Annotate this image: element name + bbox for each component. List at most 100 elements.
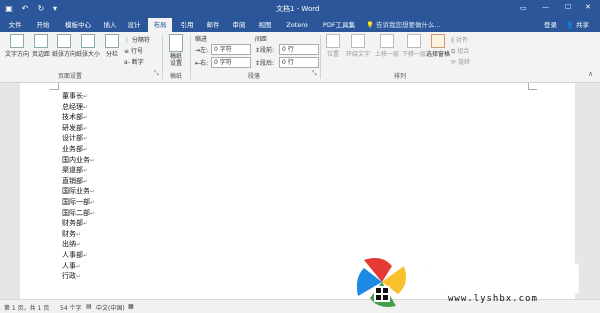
- paragraph-mark-icon: ↵: [90, 156, 96, 164]
- paragraph-mark-icon: ↵: [76, 241, 82, 249]
- collapse-ribbon-icon[interactable]: ∧: [588, 70, 593, 78]
- tab-templates[interactable]: 模板中心: [58, 18, 98, 32]
- space-before-input[interactable]: 0 行: [279, 44, 319, 55]
- wrap-text-icon: [351, 34, 365, 48]
- separator: [190, 35, 191, 79]
- tab-design[interactable]: 设计: [124, 18, 144, 32]
- draft-settings-button[interactable]: 稿纸设置: [166, 34, 186, 67]
- align-button[interactable]: ⫼ 对齐: [451, 35, 468, 45]
- space-after-input[interactable]: 0 行: [279, 57, 319, 68]
- save-icon[interactable]: ▣: [4, 3, 14, 13]
- paragraph-line[interactable]: 国际二部↵: [62, 208, 95, 218]
- page-count[interactable]: 第 1 页，共 1 页: [4, 303, 49, 312]
- paragraph-line[interactable]: 财务↵: [62, 229, 81, 239]
- paragraph-line[interactable]: 财务部↵: [62, 218, 88, 228]
- margins-icon: [34, 34, 48, 48]
- hyphenation-button[interactable]: a- 断字: [124, 57, 144, 66]
- paragraph-line[interactable]: 人事↵: [62, 261, 81, 271]
- selection-pane-button[interactable]: 选择窗格: [426, 34, 450, 58]
- tab-home[interactable]: 开始: [30, 18, 56, 32]
- paragraph-text: 技术部: [62, 113, 83, 122]
- separator: [162, 35, 163, 79]
- line-numbers-button[interactable]: ≡ 行号: [124, 46, 143, 55]
- page-setup-launcher-icon[interactable]: ⤡: [154, 70, 159, 78]
- customize-quick-access-icon[interactable]: ▾: [50, 3, 60, 13]
- indent-right-input[interactable]: 0 字符: [211, 57, 251, 68]
- login-link[interactable]: 登录: [544, 18, 557, 32]
- tab-insert[interactable]: 插入: [100, 18, 120, 32]
- paragraph-line[interactable]: 人事部↵: [62, 250, 88, 260]
- send-backward-button[interactable]: 下移一层: [402, 34, 426, 58]
- paragraph-mark-icon: ↵: [83, 146, 89, 153]
- paragraph-text: 国际二部: [62, 208, 90, 217]
- tab-view[interactable]: 视图: [254, 18, 276, 32]
- paragraph-line[interactable]: 渠道部↵: [62, 165, 88, 175]
- close-icon[interactable]: ✕: [585, 3, 591, 11]
- paragraph-line[interactable]: 设计部↵: [62, 133, 88, 143]
- title-bar: ▣ ↶ ↻ ▾ 文档1 - Word ▭ — ☐ ✕: [0, 0, 600, 18]
- paragraph-line[interactable]: 国际业务↵: [62, 186, 95, 196]
- wrap-text-button[interactable]: 环绕文字: [344, 34, 372, 58]
- language-status[interactable]: 中文(中国): [96, 303, 125, 312]
- paragraph-line[interactable]: 业务部↵: [62, 144, 88, 154]
- send-backward-icon: [407, 34, 421, 48]
- group-button[interactable]: ⧉ 组合: [451, 46, 469, 56]
- hyphenation-icon: a-: [124, 59, 130, 66]
- columns-button[interactable]: 分栏: [102, 34, 122, 58]
- paragraph-text: 人事: [62, 261, 76, 270]
- watermark-logo: 八星手游网 www.lyshbx.com: [352, 252, 600, 312]
- bring-forward-button[interactable]: 上移一层: [374, 34, 400, 58]
- position-button[interactable]: 位置: [324, 34, 342, 58]
- paragraph-mark-icon: ↵: [83, 124, 89, 132]
- redo-icon[interactable]: ↻: [36, 3, 46, 13]
- tab-layout[interactable]: 布局: [148, 18, 172, 32]
- selection-pane-icon: [431, 34, 445, 48]
- proofing-icon[interactable]: ▤: [86, 303, 92, 310]
- macro-icon[interactable]: ▦: [128, 303, 134, 310]
- text-direction-button[interactable]: 文字方向: [3, 34, 31, 58]
- paragraph-mark-icon: ↵: [83, 135, 89, 143]
- tab-references[interactable]: 引用: [176, 18, 198, 32]
- page-setup-group-label: 页面设置: [58, 73, 83, 80]
- tab-pdf-tools[interactable]: PDF工具集: [318, 18, 360, 32]
- paragraph-launcher-icon[interactable]: ⤡: [312, 70, 317, 78]
- paragraph-line[interactable]: 国际一部↵: [62, 197, 95, 207]
- paragraph-mark-icon: ↵: [83, 177, 89, 185]
- minimize-icon[interactable]: —: [542, 3, 549, 11]
- paragraph-mark-icon: ↵: [83, 93, 89, 100]
- orientation-icon: [57, 34, 71, 48]
- paragraph-line[interactable]: 董事长↵: [62, 91, 88, 101]
- orientation-button[interactable]: 纸张方向: [52, 34, 76, 58]
- text-direction-icon: [10, 34, 24, 48]
- columns-icon: [105, 34, 119, 48]
- word-count[interactable]: 54 个字: [60, 303, 82, 312]
- paragraph-line[interactable]: 技术部↵: [62, 112, 88, 122]
- rotate-button[interactable]: ⟳ 旋转: [451, 57, 470, 66]
- indent-left-input[interactable]: 0 字符: [211, 44, 251, 55]
- margins-button[interactable]: 页边距: [30, 34, 52, 58]
- share-button[interactable]: 共享: [576, 18, 589, 32]
- breaks-button[interactable]: ⋮ 分隔符: [124, 35, 150, 44]
- window-title: 文档1 - Word: [276, 5, 320, 13]
- paragraph-line[interactable]: 国内业务↵: [62, 155, 95, 165]
- margin-mark-left: [50, 83, 59, 90]
- undo-icon[interactable]: ↶: [20, 3, 30, 13]
- size-button[interactable]: 纸张大小: [76, 34, 100, 58]
- paragraph-line[interactable]: 出纳↵: [62, 239, 81, 249]
- space-before-label: ↕段前:: [255, 47, 275, 54]
- tab-zotero[interactable]: Zotero: [282, 18, 312, 32]
- paragraph-text: 国际业务: [62, 187, 90, 196]
- maximize-icon[interactable]: ☐: [565, 3, 571, 11]
- indent-heading: 缩进: [195, 36, 208, 43]
- tab-mailings[interactable]: 邮件: [202, 18, 224, 32]
- paragraph-line[interactable]: 研发部↵: [62, 123, 88, 133]
- tab-review[interactable]: 审阅: [228, 18, 250, 32]
- share-icon[interactable]: 👤: [566, 18, 574, 32]
- paragraph-line[interactable]: 直销部↵: [62, 176, 88, 186]
- ribbon-display-icon[interactable]: ▭: [520, 4, 527, 12]
- tell-me-search[interactable]: 告诉我您想要做什么...: [376, 18, 441, 32]
- paragraph-line[interactable]: 总经理↵: [62, 102, 88, 112]
- tab-file[interactable]: 文件: [2, 18, 28, 32]
- paragraph-text: 人事部: [62, 251, 83, 259]
- paragraph-line[interactable]: 行政↵: [62, 271, 81, 281]
